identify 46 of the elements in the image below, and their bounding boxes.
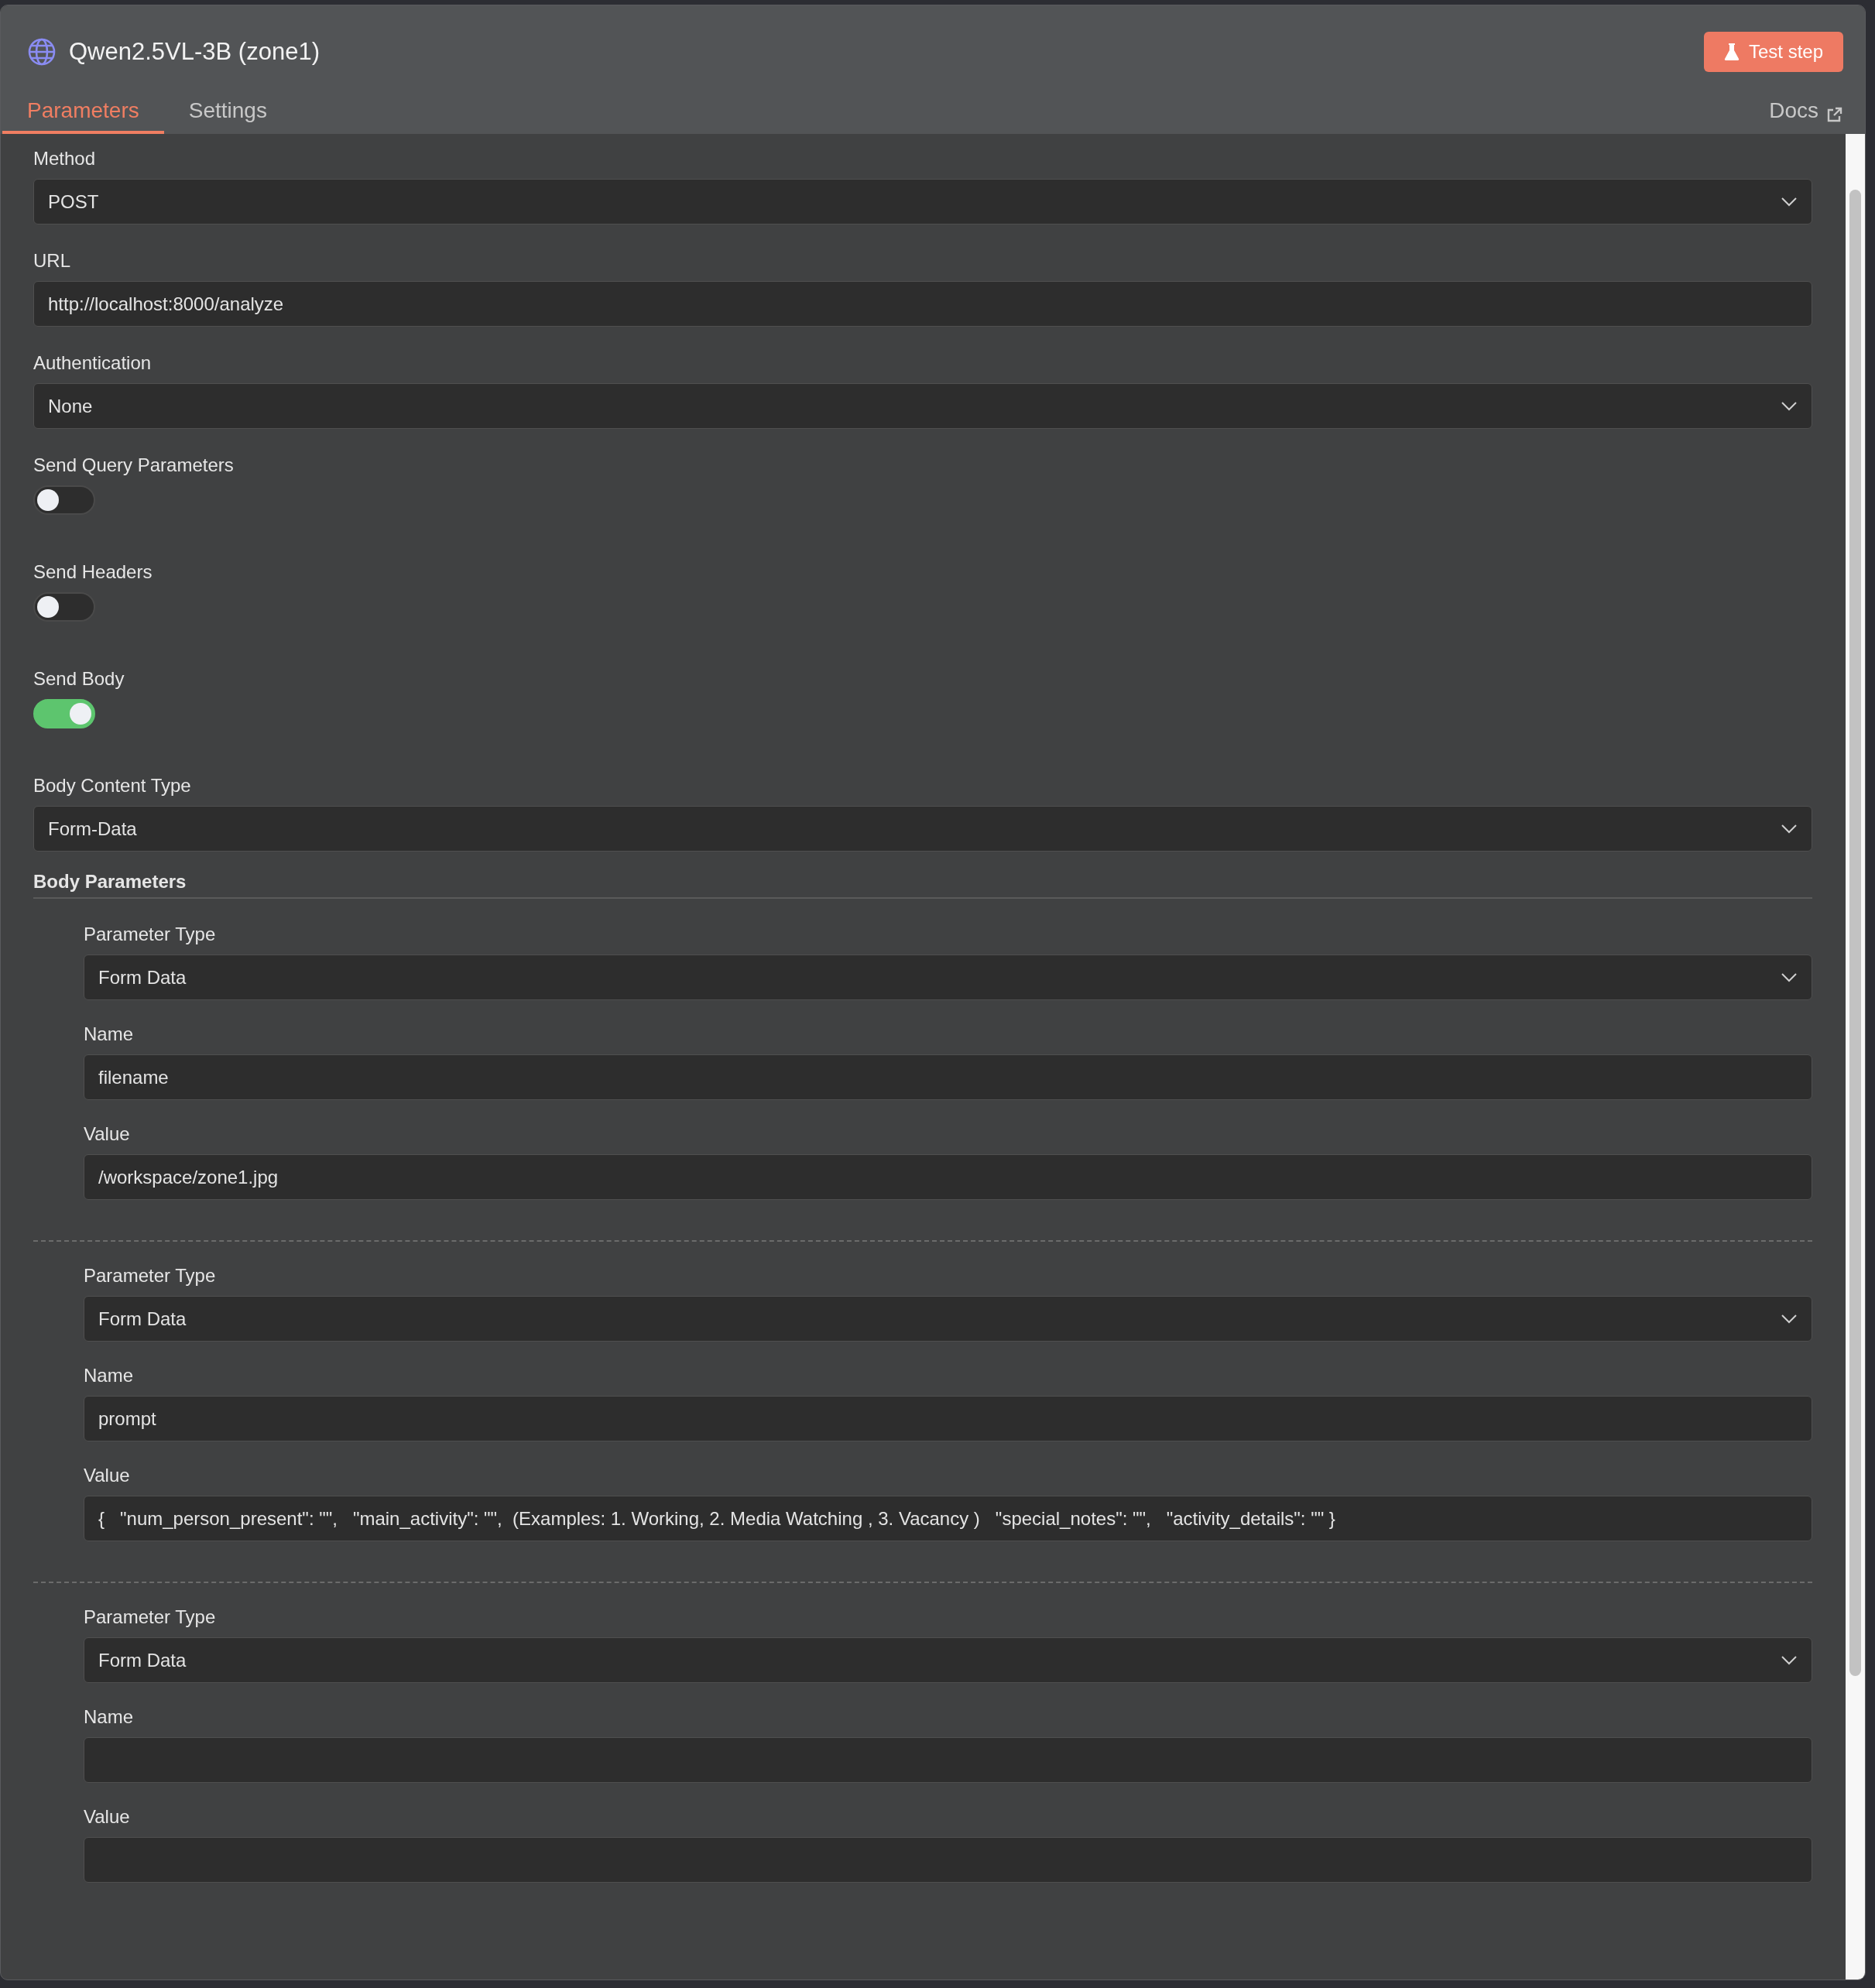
input-field[interactable]: http://localhost:8000/analyze [33,281,1812,327]
docs-link[interactable]: Docs [1769,98,1843,134]
input-field[interactable]: filename [84,1054,1812,1100]
input-field[interactable]: prompt [84,1396,1812,1441]
field-label: Send Body [33,668,125,690]
node-title: Qwen2.5VL-3B (zone1) [69,38,320,66]
section-title: Body Parameters [33,871,187,893]
field-label: Value [84,1806,130,1828]
field-label: Value [84,1123,130,1145]
toggle-switch[interactable] [33,485,95,515]
field-label: Authentication [33,352,152,374]
chevron-down-icon [1781,400,1798,412]
field-label: Parameter Type [84,1265,216,1287]
toggle-switch[interactable] [33,699,95,728]
input-field[interactable] [84,1837,1812,1883]
dropdown[interactable]: POST [33,179,1812,225]
chevron-down-icon [1781,1654,1798,1666]
field-label: Name [84,1365,134,1386]
field-label: Body Content Type [33,775,191,797]
field-label: URL [33,250,70,272]
globe-icon [27,37,57,67]
input-field[interactable]: /workspace/zone1.jpg [84,1154,1812,1200]
toggle-switch[interactable] [33,592,95,622]
chevron-down-icon [1781,1313,1798,1325]
field-label: Value [84,1465,130,1486]
external-link-icon [1826,106,1843,123]
field-label: Parameter Type [84,1606,216,1628]
flask-icon [1723,43,1740,61]
input-field[interactable]: { "num_person_present": "", "main_activity": "", (Examples: 1. Working, 2. Media Watching , 3. Vacancy ) "special_notes": "", "activity_details": "" } [84,1496,1812,1541]
dropdown[interactable]: None [33,383,1812,429]
field-label: Send Headers [33,561,153,583]
field-label: Name [84,1023,134,1045]
tab[interactable]: Settings [163,98,292,134]
chevron-down-icon [1781,196,1798,207]
dropdown[interactable]: Form Data [84,1637,1812,1683]
chevron-down-icon [1781,972,1798,983]
dropdown[interactable]: Form-Data [33,806,1812,852]
field-label: Method [33,148,96,170]
field-label: Name [84,1706,134,1728]
input-field[interactable] [84,1737,1812,1783]
scrollbar[interactable] [1846,134,1865,1979]
dropdown[interactable]: Form Data [84,955,1812,1000]
dropdown[interactable]: Form Data [84,1296,1812,1342]
chevron-down-icon [1781,823,1798,835]
field-label: Send Query Parameters [33,454,234,476]
field-label: Parameter Type [84,924,216,945]
